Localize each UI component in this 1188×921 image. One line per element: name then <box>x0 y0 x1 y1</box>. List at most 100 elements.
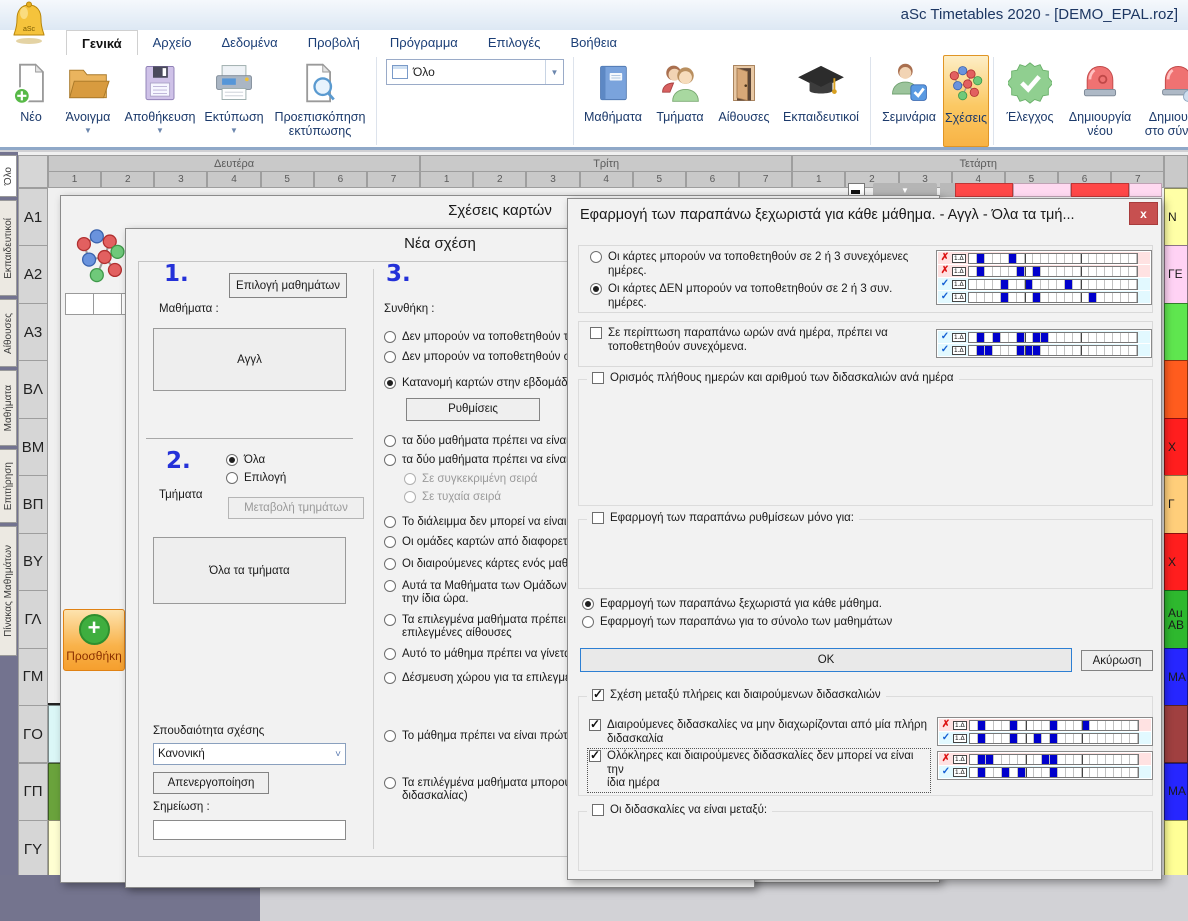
timetable-cell[interactable] <box>1164 303 1188 361</box>
ribbon-door-item[interactable]: Αίθουσες <box>712 55 776 147</box>
person-check-icon <box>886 58 932 108</box>
timetable-cell[interactable] <box>1164 360 1188 418</box>
ribbon-floppy-item[interactable]: Αποθήκευση▼ <box>120 55 200 147</box>
classes-select-radio[interactable]: Επιλογή <box>226 472 286 486</box>
row-label-A1[interactable]: A1 <box>18 188 48 246</box>
row-label-ΓΜ[interactable]: ΓΜ <box>18 648 48 706</box>
row-label-ΓΟ[interactable]: ΓΟ <box>18 705 48 763</box>
row-label-ΓΠ[interactable]: ΓΠ <box>18 763 48 821</box>
sidebar-tab-1[interactable]: Όλο <box>0 155 17 197</box>
chevron-down-icon: ˅ <box>335 749 345 760</box>
cancel-button[interactable]: Ακύρωση <box>1081 650 1153 671</box>
ribbon-item-label: Έλεγχος <box>1006 110 1053 124</box>
add-relation-button[interactable]: + Προσθήκη <box>63 609 125 671</box>
timetable-cell[interactable]: Χ <box>1164 418 1188 476</box>
ribbon-printer-item[interactable]: Εκτύπωση▼ <box>200 55 268 147</box>
ribbon-molecule-item[interactable]: Σχέσεις <box>943 55 989 147</box>
importance-label: Σπουδαιότητα σχέσης <box>153 725 264 737</box>
ribbon-cap-item[interactable]: Εκπαιδευτικοί <box>776 55 866 147</box>
timetable-cell[interactable]: ΜΑ <box>1164 763 1188 821</box>
ribbon-siren-item[interactable]: Δημιουργία νέου <box>1062 55 1138 147</box>
timetable-cell[interactable]: ΜΑ <box>1164 648 1188 706</box>
classes-all-radio[interactable]: Όλα <box>226 454 265 468</box>
full-divided-subcheck[interactable]: Ολόκληρες και διαιρούμενες διδασκαλίες δ… <box>589 750 929 791</box>
ribbon-book-item[interactable]: Μαθήματα <box>578 55 648 147</box>
timetable-cell[interactable]: Γ <box>1164 475 1188 533</box>
ribbon-check-badge-item[interactable]: Έλεγχος <box>998 55 1062 147</box>
period-header: 6 <box>314 171 367 188</box>
apply-mode-radio[interactable]: Εφαρμογή των παραπάνω ξεχωριστά για κάθε… <box>582 598 1142 612</box>
row-label-ΓΥ[interactable]: ΓΥ <box>18 820 48 878</box>
apply-mode-radios: Εφαρμογή των παραπάνω ξεχωριστά για κάθε… <box>582 598 1142 633</box>
timetable-cell[interactable]: Ν <box>1164 188 1188 246</box>
view-combo[interactable]: Όλο▼ <box>386 59 564 85</box>
apply-radio[interactable]: Οι κάρτες μπορούν να τοποθετηθούν σε 2 ή… <box>590 251 930 278</box>
row-label-A2[interactable]: A2 <box>18 245 48 303</box>
preview-grid-5a: ✗1.Δ✓1.Δ <box>937 717 1153 746</box>
menu-tab-4[interactable]: Προβολή <box>293 30 375 55</box>
new-doc-icon <box>9 58 53 108</box>
sidebar-tab-3[interactable]: Αίθουσες <box>0 299 17 367</box>
menu-tab-7[interactable]: Βοήθεια <box>555 30 632 55</box>
menu-bar: ΓενικάΑρχείοΔεδομέναΠροβολήΠρόγραμμαΕπιλ… <box>0 30 1188 55</box>
ribbon-item-label: Νέο <box>20 110 42 124</box>
ok-button[interactable]: OK <box>580 648 1072 672</box>
between-check[interactable]: Οι διδασκαλίες να είναι μεταξύ: <box>587 804 772 818</box>
change-classes-button[interactable]: Μεταβολή τμημάτων <box>228 497 364 519</box>
sidebar-tab-6[interactable]: Πίνακας Μαθημάτων <box>0 526 17 656</box>
menu-tab-1[interactable]: Γενικά <box>66 30 138 55</box>
close-button[interactable]: x <box>1129 202 1158 225</box>
row-label-ΒΥ[interactable]: ΒΥ <box>18 533 48 591</box>
note-input[interactable] <box>153 820 346 840</box>
menu-tab-6[interactable]: Επιλογές <box>473 30 556 55</box>
timetable-cell[interactable]: Χ <box>1164 533 1188 591</box>
row-label-ΒΠ[interactable]: ΒΠ <box>18 475 48 533</box>
timetable-cell[interactable]: ΓΕ <box>1164 245 1188 303</box>
timetable-cell[interactable] <box>1164 705 1188 763</box>
menu-tab-5[interactable]: Πρόγραμμα <box>375 30 473 55</box>
sidebar-tab-5[interactable]: Επιτήρηση <box>0 449 17 523</box>
apply-radio[interactable]: Οι κάρτες ΔΕΝ μπορούν να τοποθετηθούν σε… <box>590 283 930 310</box>
ribbon-item-label: Δημιουργία στο σύννεφο <box>1138 110 1188 138</box>
row-label-ΒΜ[interactable]: ΒΜ <box>18 418 48 476</box>
row-label-ΓΛ[interactable]: ΓΛ <box>18 590 48 648</box>
preview-grid-row: ✗1.Δ <box>938 265 1150 277</box>
ribbon-siren-cloud-item[interactable]: Δημιουργία στο σύννεφο <box>1138 55 1188 147</box>
sidebar-tab-2[interactable]: Εκπαιδευτικοί <box>0 200 17 296</box>
deactivate-button[interactable]: Απενεργοποίηση <box>153 772 269 794</box>
full-divided-subcheck[interactable]: Διαιρούμενες διδασκαλίες να μην διαχωρίζ… <box>589 719 929 746</box>
check-badge-icon <box>1008 58 1052 108</box>
sidebar-tab-4[interactable]: Μαθήματα <box>0 370 17 446</box>
ribbon-people-item[interactable]: Τμήματα <box>648 55 712 147</box>
combo-dropdown-button[interactable]: ▼ <box>545 60 563 84</box>
timetable-cell[interactable] <box>1164 820 1188 878</box>
siren-icon <box>1078 58 1122 108</box>
apply-checkbox[interactable]: Σε περίπτωση παραπάνω ωρών ανά ημέρα, πρ… <box>590 327 930 354</box>
row-label-A3[interactable]: A3 <box>18 303 48 361</box>
ribbon-new-doc-item[interactable]: Νέο <box>6 55 56 147</box>
apply-checkbox-label: Σε περίπτωση παραπάνω ωρών ανά ημέρα, πρ… <box>608 327 888 354</box>
days-count-check[interactable]: Ορισμός πλήθους ημερών και αριθμού των δ… <box>587 372 959 386</box>
menu-tab-3[interactable]: Δεδομένα <box>206 30 292 55</box>
timetable-cell[interactable]: Au ΑΒ <box>1164 590 1188 648</box>
lessons-listbox[interactable]: Αγγλ <box>153 328 346 391</box>
classes-listbox[interactable]: Όλα τα τμήματα <box>153 537 346 604</box>
app-logo-bell-icon[interactable]: aSc <box>8 1 50 45</box>
menu-tab-2[interactable]: Αρχείο <box>138 30 207 55</box>
apply-mode-radio[interactable]: Εφαρμογή των παραπάνω για το σύνολο των … <box>582 616 1142 630</box>
ribbon-folder-item[interactable]: Άνοιγμα▼ <box>56 55 120 147</box>
apply-mode-radio-label: Εφαρμογή των παραπάνω ξεχωριστά για κάθε… <box>600 598 882 612</box>
note-label: Σημείωση : <box>153 801 210 813</box>
ribbon-preview-item[interactable]: Προεπισκόπηση εκτύπωσης <box>268 55 372 147</box>
checkbox-icon <box>589 719 601 731</box>
row-label-ΒΛ[interactable]: ΒΛ <box>18 360 48 418</box>
importance-select[interactable]: Κανονική ˅ <box>153 743 346 765</box>
ribbon-item-label: Εκτύπωση <box>204 110 263 124</box>
settings-button[interactable]: Ρυθμίσεις <box>406 398 540 421</box>
window-title: aSc Timetables 2020 - [DEMO_EPAL.roz] <box>901 6 1178 23</box>
select-lessons-button[interactable]: Επιλογή μαθημάτων <box>229 273 347 298</box>
full-divided-check[interactable]: Σχέση μεταξύ πλήρεις και διαιρούμενων δι… <box>587 689 886 703</box>
apply-only-for-check[interactable]: Εφαρμογή των παραπάνω ρυθμίσεων μόνο για… <box>587 512 859 526</box>
ribbon-person-check-item[interactable]: Σεμινάρια <box>875 55 943 147</box>
radio-icon <box>384 558 396 570</box>
